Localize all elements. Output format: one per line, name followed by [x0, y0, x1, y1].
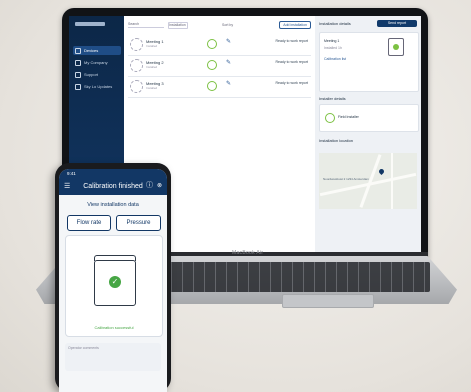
phone: 9:41 ☰ Calibration finished ⓘ ⊗ View ins… [55, 163, 171, 392]
detail-heading: Installation details [319, 21, 351, 26]
pressure-button[interactable]: Pressure [116, 215, 161, 231]
sidebar-item-label: My Company [84, 60, 108, 65]
device-icon [130, 80, 143, 93]
location-heading: Installation location [319, 138, 354, 143]
installer-name: Field Installer [338, 115, 359, 119]
status-time: 9:41 [67, 171, 76, 176]
row-status: Ready to work report [275, 39, 309, 43]
map-address: Noordwestkust 2 1234 Amsterdam [323, 177, 369, 181]
card-title: Meeting 1 [324, 39, 340, 43]
detail-panel: Installation details Send report Meeting… [315, 16, 421, 252]
toolbar: Search Installation Sort by Add installa… [128, 21, 311, 29]
device-icon [130, 38, 143, 51]
flow-rate-button[interactable]: Flow rate [67, 215, 111, 231]
filter-select[interactable]: Installation [168, 21, 188, 29]
devices-icon [75, 47, 81, 54]
status-bar: 9:41 [59, 169, 167, 179]
row-status: Ready to work report [275, 81, 309, 85]
check-icon [207, 81, 217, 91]
add-installation-button[interactable]: Add installation [279, 21, 311, 29]
sidebar-item-label: Support [84, 72, 99, 77]
device-icon [130, 59, 143, 72]
row-sub: Installed [146, 86, 158, 90]
laptop-brand: MacBook Air [232, 250, 264, 256]
row-sub: Installed [146, 65, 158, 69]
location-map[interactable]: Noordwestkust 2 1234 Amsterdam [319, 153, 417, 209]
comments-field[interactable]: Operator comments [65, 343, 161, 371]
app-logo [75, 22, 105, 26]
sidebar-item-label: Devices [84, 48, 99, 53]
sidebar-item-label: Sky Lo Updates [84, 84, 113, 89]
installer-heading: Installer details [319, 96, 346, 101]
calibration-status: Calibration successful [94, 325, 134, 330]
table-row[interactable]: Meeting 1 Installed ✎ Ready to work repo… [128, 36, 311, 56]
sort-select[interactable]: Sort by [222, 23, 233, 27]
device-status-card: ✓ Calibration successful [65, 235, 163, 337]
row-status: Ready to work report [275, 60, 309, 64]
map-pin-icon [377, 167, 386, 176]
search-input[interactable]: Search [128, 22, 164, 28]
close-icon[interactable]: ⊗ [157, 183, 162, 189]
check-icon [325, 113, 335, 123]
location-icon [75, 83, 81, 90]
trackpad [282, 294, 374, 308]
sidebar-item-updates[interactable]: Sky Lo Updates [73, 82, 121, 91]
check-icon: ✓ [109, 276, 121, 288]
check-icon [207, 39, 217, 49]
card-sub: Installed 1h [324, 46, 342, 50]
info-icon[interactable]: ⓘ [146, 182, 153, 189]
table-row[interactable]: Meeting 2 Installed ✎ Ready to work repo… [128, 57, 311, 77]
sidebar-item-support[interactable]: Support [73, 70, 121, 79]
device-card[interactable]: Meeting 1 Installed 1h Calibration list [319, 32, 419, 92]
row-sub: Installed [146, 44, 158, 48]
send-report-button[interactable]: Send report [377, 20, 417, 27]
phone-screen: 9:41 ☰ Calibration finished ⓘ ⊗ View ins… [59, 169, 167, 392]
wrench-icon[interactable]: ✎ [226, 81, 231, 87]
view-installation-link[interactable]: View installation data [59, 202, 167, 208]
device-hub-icon [388, 38, 404, 56]
device-box-icon: ✓ [94, 255, 136, 306]
keyboard [150, 262, 430, 292]
wrench-icon[interactable]: ✎ [226, 39, 231, 45]
calibration-link[interactable]: Calibration list [324, 57, 346, 61]
company-icon [75, 59, 81, 66]
sidebar-item-company[interactable]: My Company [73, 58, 121, 67]
wrench-icon[interactable]: ✎ [226, 60, 231, 66]
support-icon [75, 71, 81, 78]
check-icon [207, 60, 217, 70]
installer-card: Field Installer [319, 104, 419, 132]
sidebar-item-devices[interactable]: Devices [73, 46, 121, 55]
table-row[interactable]: Meeting 3 Installed ✎ Ready to work repo… [128, 78, 311, 98]
